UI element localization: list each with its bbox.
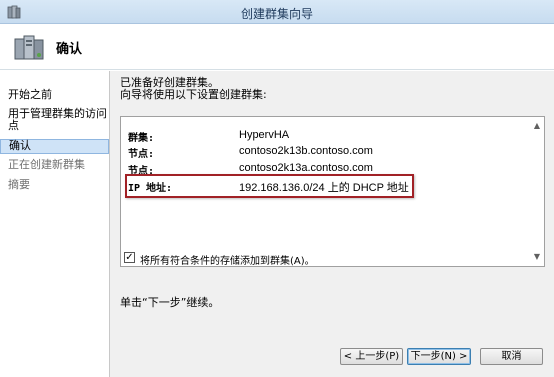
intro-text: 已准备好创建群集。 向导将使用以下设置创建群集: <box>120 77 267 101</box>
summary-value: contoso2k13a.contoso.com <box>239 162 373 174</box>
wizard-step-list: 开始之前 用于管理群集的访问点 确认 正在创建新群集 摘要 <box>0 71 109 377</box>
summary-row-cluster: 群集: HypervHA <box>128 129 538 144</box>
scroll-down-arrow-icon[interactable]: ▼ <box>532 252 542 262</box>
title-bar: 创建群集向导 <box>0 0 554 24</box>
next-button[interactable]: 下一步(N) > <box>407 348 471 365</box>
summary-key: 群集: <box>128 133 155 144</box>
summary-value: contoso2k13b.contoso.com <box>239 145 373 157</box>
nav-item-confirmation[interactable]: 确认 <box>0 139 109 154</box>
wizard-header: 确认 <box>0 24 554 70</box>
add-storage-checkbox[interactable]: ✓ <box>124 252 135 263</box>
nav-item-creating-cluster: 正在创建新群集 <box>8 158 85 171</box>
page-title: 确认 <box>56 42 83 57</box>
cluster-servers-icon <box>14 35 44 60</box>
summary-value: HypervHA <box>239 129 290 141</box>
add-storage-checkbox-label[interactable]: 将所有符合条件的存储添加到群集(A)。 <box>140 252 315 267</box>
scroll-up-arrow-icon[interactable]: ▲ <box>532 121 542 131</box>
next-instruction-text: 单击“下一步”继续。 <box>120 296 220 309</box>
content-panel: 已准备好创建群集。 向导将使用以下设置创建群集: 群集: HypervHA 节点… <box>109 71 554 377</box>
window-title: 创建群集向导 <box>240 7 313 21</box>
cancel-button[interactable]: 取消 <box>480 348 543 365</box>
intro-line-2: 向导将使用以下设置创建群集: <box>120 88 267 101</box>
nav-item-access-point[interactable]: 用于管理群集的访问点 <box>8 108 108 132</box>
nav-item-summary: 摘要 <box>8 178 30 191</box>
ip-address-highlight-box <box>125 174 414 198</box>
previous-button[interactable]: < 上一步(P) <box>340 348 403 365</box>
summary-key: 节点: <box>128 149 155 160</box>
settings-summary-box[interactable]: 群集: HypervHA 节点: contoso2k13b.contoso.co… <box>120 116 545 267</box>
summary-row-node-1: 节点: contoso2k13b.contoso.com <box>128 145 538 160</box>
nav-item-before-you-begin[interactable]: 开始之前 <box>8 89 108 101</box>
